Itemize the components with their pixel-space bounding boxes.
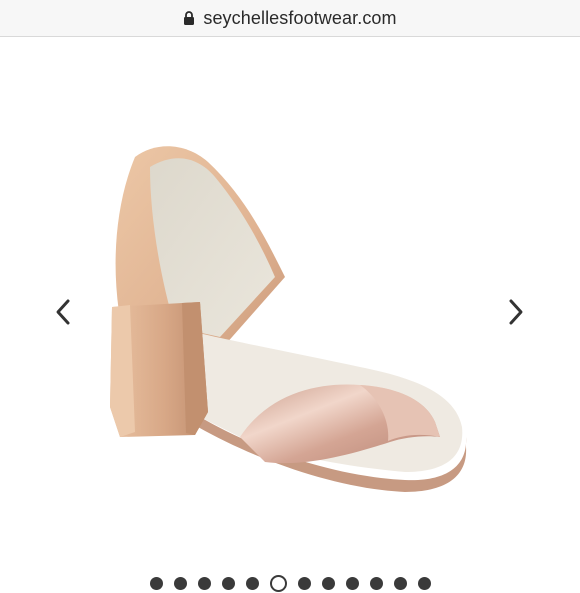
carousel-dot[interactable] <box>393 576 407 590</box>
carousel-dot[interactable] <box>149 576 163 590</box>
carousel-dot[interactable] <box>321 576 335 590</box>
carousel-dot[interactable] <box>197 576 211 590</box>
carousel-dot[interactable] <box>417 576 431 590</box>
lock-icon <box>184 11 195 25</box>
carousel-dot[interactable] <box>173 576 187 590</box>
sandal-image <box>110 146 467 492</box>
previous-image-button[interactable] <box>50 295 76 329</box>
chevron-left-icon <box>56 299 70 325</box>
carousel-dot[interactable] <box>245 576 259 590</box>
image-viewer <box>0 37 580 592</box>
carousel-dot-active[interactable] <box>269 574 287 592</box>
carousel-dot[interactable] <box>297 576 311 590</box>
address-bar[interactable]: seychellesfootwear.com <box>0 0 580 37</box>
url-text: seychellesfootwear.com <box>203 7 397 28</box>
address-bar-content: seychellesfootwear.com <box>183 7 397 29</box>
carousel-dot[interactable] <box>221 576 235 590</box>
carousel-dot[interactable] <box>345 576 359 590</box>
next-image-button[interactable] <box>503 295 529 329</box>
chevron-right-icon <box>509 299 523 325</box>
carousel-dots <box>0 573 580 593</box>
carousel-dot[interactable] <box>369 576 383 590</box>
